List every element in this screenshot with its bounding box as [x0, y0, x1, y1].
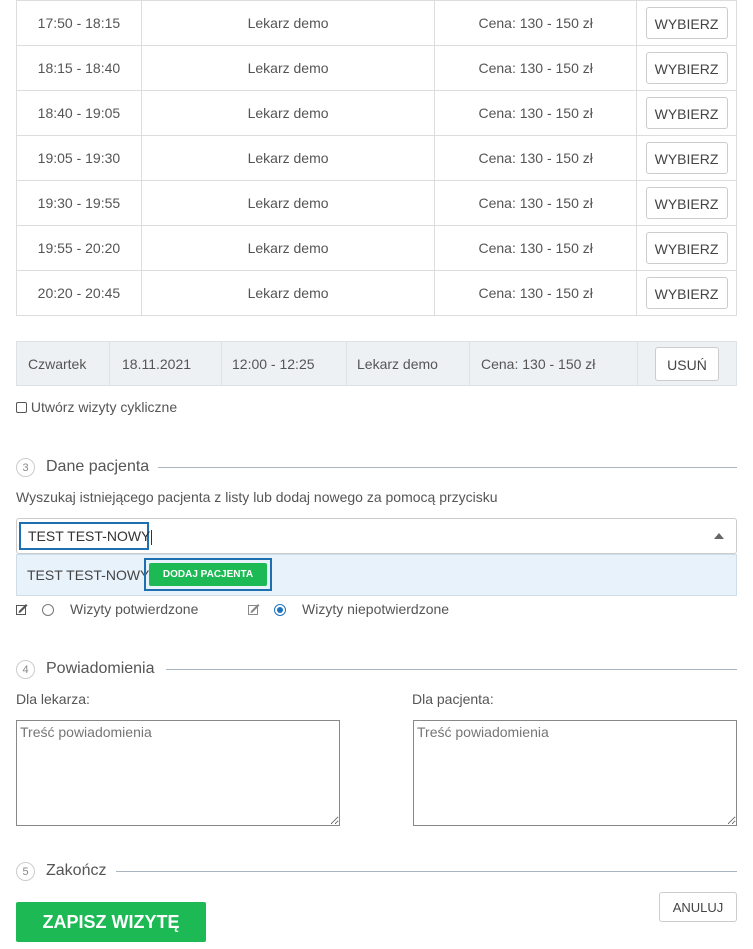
- save-appointment-button[interactable]: ZAPISZ WIZYTĘ: [16, 902, 206, 942]
- slot-doctor: Lekarz demo: [140, 45, 436, 91]
- slot-price: Cena: 130 - 150 zł: [434, 225, 638, 271]
- section-title: Dane pacjenta: [46, 458, 150, 475]
- slot-doctor: Lekarz demo: [140, 180, 436, 226]
- table-row: 19:05 - 19:30 Lekarz demo Cena: 130 - 15…: [16, 135, 737, 181]
- table-row: 20:20 - 20:45 Lekarz demo Cena: 130 - 15…: [16, 270, 737, 316]
- slot-time: 18:15 - 18:40: [16, 45, 142, 91]
- slot-time: 18:40 - 19:05: [16, 90, 142, 136]
- selected-time: 12:00 - 12:25: [232, 356, 315, 372]
- caret-up-icon[interactable]: [714, 533, 724, 539]
- slot-doctor: Lekarz demo: [140, 90, 436, 136]
- slot-price: Cena: 130 - 150 zł: [434, 180, 638, 226]
- table-row: 17:50 - 18:15 Lekarz demo Cena: 130 - 15…: [16, 0, 737, 46]
- section-finish-header: 5 Zakończ: [16, 862, 737, 882]
- slot-price: Cena: 130 - 150 zł: [434, 135, 638, 181]
- slot-doctor: Lekarz demo: [140, 225, 436, 271]
- selected-day: Czwartek: [28, 356, 87, 372]
- choose-button[interactable]: WYBIERZ: [645, 187, 728, 219]
- section-patient-header: 3 Dane pacjenta: [16, 458, 737, 478]
- cyclic-label: Utwórz wizyty cykliczne: [30, 399, 178, 415]
- cancel-button[interactable]: ANULUJ: [659, 892, 737, 922]
- step-number: 3: [16, 458, 35, 477]
- table-row: 18:15 - 18:40 Lekarz demo Cena: 130 - 15…: [16, 45, 737, 91]
- edit-icon: [248, 603, 260, 615]
- section-notifications-header: 4 Powiadomienia: [16, 660, 737, 680]
- step-number: 5: [16, 862, 35, 881]
- choose-button[interactable]: WYBIERZ: [645, 97, 728, 129]
- selected-price: Cena: 130 - 150 zł: [481, 356, 596, 372]
- slot-time: 19:30 - 19:55: [16, 180, 142, 226]
- doctor-notification-label: Dla lekarza:: [16, 691, 90, 707]
- choose-button[interactable]: WYBIERZ: [645, 142, 728, 174]
- section-title: Zakończ: [46, 862, 107, 879]
- patient-select[interactable]: TEST TEST-NOWY: [16, 518, 737, 554]
- choose-button[interactable]: WYBIERZ: [645, 232, 728, 264]
- radio-confirmed-label: Wizyty potwierdzone: [70, 601, 199, 617]
- patient-notification-textarea[interactable]: [413, 720, 737, 826]
- slot-doctor: Lekarz demo: [140, 135, 436, 181]
- slot-time: 19:05 - 19:30: [16, 135, 142, 181]
- slot-doctor: Lekarz demo: [140, 270, 436, 316]
- selected-date: 18.11.2021: [122, 356, 192, 372]
- choose-button[interactable]: WYBIERZ: [645, 52, 728, 84]
- section-title: Powiadomienia: [46, 660, 155, 677]
- slot-price: Cena: 130 - 150 zł: [434, 90, 638, 136]
- slot-time: 17:50 - 18:15: [16, 0, 142, 46]
- radio-unconfirmed-label: Wizyty niepotwierdzone: [302, 601, 450, 617]
- cyclic-checkbox-row[interactable]: Utwórz wizyty cykliczne: [16, 399, 177, 415]
- choose-button[interactable]: WYBIERZ: [645, 277, 728, 309]
- dropdown-option[interactable]: TEST TEST-NOWY: [27, 567, 149, 583]
- remove-button[interactable]: USUŃ: [655, 347, 719, 381]
- choose-button[interactable]: WYBIERZ: [645, 7, 728, 39]
- patient-search-input[interactable]: TEST TEST-NOWY: [19, 522, 153, 550]
- patient-notification-label: Dla pacjenta:: [412, 691, 494, 707]
- radio-unconfirmed[interactable]: [274, 604, 286, 616]
- add-patient-focus: DODAJ PACJENTA: [144, 558, 272, 591]
- slot-doctor: Lekarz demo: [140, 0, 436, 46]
- slot-price: Cena: 130 - 150 zł: [434, 270, 638, 316]
- radio-confirmed[interactable]: [42, 604, 54, 616]
- table-row: 19:55 - 20:20 Lekarz demo Cena: 130 - 15…: [16, 225, 737, 271]
- table-row: 19:30 - 19:55 Lekarz demo Cena: 130 - 15…: [16, 180, 737, 226]
- slot-time: 19:55 - 20:20: [16, 225, 142, 271]
- slot-price: Cena: 130 - 150 zł: [434, 0, 638, 46]
- patient-dropdown: TEST TEST-NOWY DODAJ PACJENTA: [16, 554, 737, 596]
- selected-doctor: Lekarz demo: [357, 356, 438, 372]
- add-patient-button[interactable]: DODAJ PACJENTA: [149, 563, 267, 586]
- step-number: 4: [16, 660, 35, 679]
- slots-table: 17:50 - 18:15 Lekarz demo Cena: 130 - 15…: [16, 0, 737, 316]
- table-row: 18:40 - 19:05 Lekarz demo Cena: 130 - 15…: [16, 90, 737, 136]
- edit-icon: [16, 603, 28, 615]
- doctor-notification-textarea[interactable]: [16, 720, 340, 826]
- slot-time: 20:20 - 20:45: [16, 270, 142, 316]
- cyclic-checkbox[interactable]: [16, 402, 27, 413]
- slot-price: Cena: 130 - 150 zł: [434, 45, 638, 91]
- patient-hint: Wyszukaj istniejącego pacjenta z listy l…: [16, 489, 498, 505]
- selected-appointment-row: Czwartek 18.11.2021 12:00 - 12:25 Lekarz…: [16, 341, 737, 386]
